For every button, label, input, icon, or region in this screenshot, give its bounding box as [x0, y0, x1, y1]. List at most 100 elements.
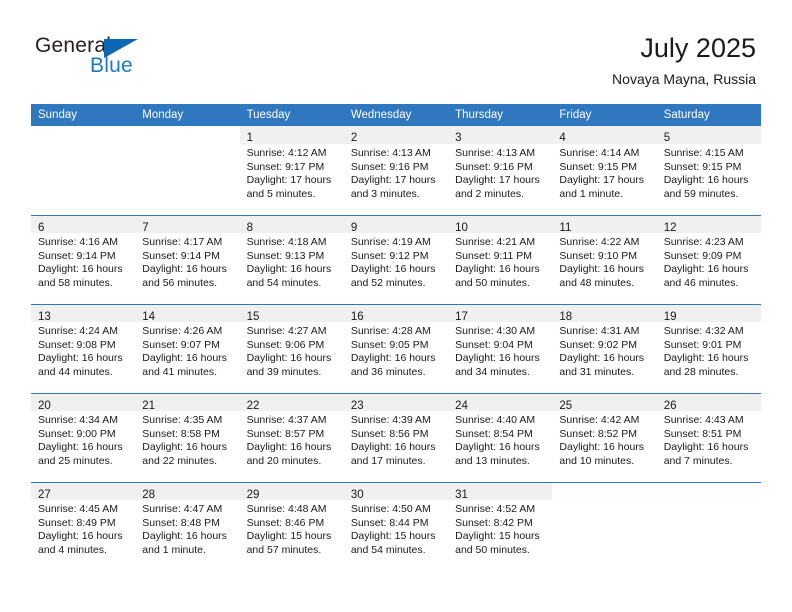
day-cell[interactable]: 18 Sunrise: 4:31 AM Sunset: 9:02 PM Dayligh…	[552, 304, 657, 393]
day-cell[interactable]: 5 Sunrise: 4:15 AM Sunset: 9:15 PM Daylight…	[656, 126, 761, 215]
day-info: Sunrise: 4:43 AM Sunset: 8:51 PM Daylight:…	[657, 411, 761, 468]
day-info: Sunrise: 4:52 AM Sunset: 8:42 PM Daylight:…	[448, 500, 552, 557]
date-number: 16	[350, 311, 364, 323]
day-cell[interactable]: 28 Sunrise: 4:47 AM Sunset: 8:48 PM Dayligh…	[135, 482, 240, 571]
day-cell-empty	[656, 482, 761, 571]
day-cell[interactable]: 23 Sunrise: 4:39 AM Sunset: 8:56 PM Dayligh…	[343, 393, 449, 482]
day-cell[interactable]: 9 Sunrise: 4:19 AM Sunset: 9:12 PM Daylight…	[343, 215, 449, 304]
daylight-text: Daylight: 16 hours and 39 minutes.	[246, 352, 332, 378]
date-number-band: 1	[239, 126, 344, 144]
day-cell[interactable]: 2 Sunrise: 4:13 AM Sunset: 9:16 PM Daylight…	[343, 126, 449, 215]
sunrise-text: Sunrise: 4:23 AM	[663, 236, 744, 248]
sunset-text: Sunset: 8:44 PM	[350, 516, 429, 529]
daylight-text: Daylight: 16 hours and 50 minutes.	[455, 263, 540, 289]
day-cell[interactable]: 31 Sunrise: 4:52 AM Sunset: 8:42 PM Dayligh…	[448, 482, 553, 571]
date-number-band: 20	[31, 393, 136, 412]
day-cell[interactable]: 19 Sunrise: 4:32 AM Sunset: 9:01 PM Dayligh…	[656, 304, 761, 393]
sunrise-text: Sunrise: 4:48 AM	[246, 503, 327, 515]
day-cell[interactable]: 15 Sunrise: 4:27 AM Sunset: 9:06 PM Dayligh…	[239, 304, 344, 393]
day-cell[interactable]: 26 Sunrise: 4:43 AM Sunset: 8:51 PM Dayligh…	[656, 393, 761, 482]
date-number: 18	[559, 311, 573, 323]
date-number: 24	[455, 400, 468, 412]
date-number-band: 15	[239, 304, 344, 323]
calendar-cell: 15 Sunrise: 4:27 AM Sunset: 9:06 PM Dayligh…	[239, 304, 344, 393]
day-cell[interactable]: 21 Sunrise: 4:35 AM Sunset: 8:58 PM Dayligh…	[135, 393, 240, 482]
date-number: 9	[350, 222, 358, 234]
date-number-band	[552, 482, 657, 500]
sunrise-text: Sunrise: 4:52 AM	[455, 503, 536, 515]
day-info: Sunrise: 4:22 AM Sunset: 9:10 PM Daylight:…	[552, 233, 656, 290]
date-number-band: 14	[135, 304, 240, 323]
calendar-cell: 29 Sunrise: 4:48 AM Sunset: 8:46 PM Dayligh…	[239, 482, 344, 571]
weekday-header-wednesday: Wednesday	[343, 104, 449, 126]
day-info: Sunrise: 4:28 AM Sunset: 9:05 PM Daylight:…	[344, 322, 448, 379]
day-cell[interactable]: 12 Sunrise: 4:23 AM Sunset: 9:09 PM Dayligh…	[656, 215, 761, 304]
day-cell[interactable]: 22 Sunrise: 4:37 AM Sunset: 8:57 PM Dayligh…	[239, 393, 344, 482]
date-number: 20	[38, 400, 51, 412]
sunset-text: Sunset: 9:11 PM	[455, 249, 532, 262]
date-number-band: 7	[135, 215, 240, 234]
day-info: Sunrise: 4:47 AM Sunset: 8:48 PM Daylight:…	[135, 500, 239, 557]
date-number-band	[31, 126, 135, 144]
sunset-text: Sunset: 9:05 PM	[350, 338, 429, 351]
day-cell[interactable]: 30 Sunrise: 4:50 AM Sunset: 8:44 PM Dayligh…	[343, 482, 449, 571]
day-cell[interactable]: 4 Sunrise: 4:14 AM Sunset: 9:15 PM Daylight…	[552, 126, 657, 215]
daylight-text: Daylight: 16 hours and 17 minutes.	[350, 441, 436, 467]
day-cell[interactable]: 14 Sunrise: 4:26 AM Sunset: 9:07 PM Dayligh…	[135, 304, 240, 393]
day-cell[interactable]: 13 Sunrise: 4:24 AM Sunset: 9:08 PM Dayligh…	[31, 304, 136, 393]
day-cell[interactable]: 16 Sunrise: 4:28 AM Sunset: 9:05 PM Dayligh…	[343, 304, 449, 393]
day-cell[interactable]: 17 Sunrise: 4:30 AM Sunset: 9:04 PM Dayligh…	[448, 304, 553, 393]
daylight-text: Daylight: 16 hours and 31 minutes.	[559, 352, 645, 378]
day-info: Sunrise: 4:37 AM Sunset: 8:57 PM Daylight:…	[240, 411, 344, 468]
date-number: 22	[246, 400, 260, 412]
date-number: 28	[142, 489, 156, 501]
daylight-text: Daylight: 16 hours and 56 minutes.	[142, 263, 227, 289]
sunset-text: Sunset: 8:52 PM	[559, 427, 638, 440]
day-cell[interactable]: 24 Sunrise: 4:40 AM Sunset: 8:54 PM Dayligh…	[448, 393, 553, 482]
day-cell[interactable]: 7 Sunrise: 4:17 AM Sunset: 9:14 PM Daylight…	[135, 215, 240, 304]
date-number-band: 26	[656, 393, 761, 412]
day-info: Sunrise: 4:40 AM Sunset: 8:54 PM Daylight:…	[448, 411, 552, 468]
sunset-text: Sunset: 9:15 PM	[559, 160, 638, 173]
logo-text-blue: Blue	[90, 54, 133, 77]
date-number-band: 12	[656, 215, 761, 234]
sunset-text: Sunset: 9:12 PM	[350, 249, 429, 262]
calendar-cell: 17 Sunrise: 4:30 AM Sunset: 9:04 PM Dayligh…	[448, 304, 553, 393]
calendar-cell: 6 Sunrise: 4:16 AM Sunset: 9:14 PM Daylight…	[31, 215, 136, 304]
sunrise-text: Sunrise: 4:28 AM	[350, 325, 431, 337]
calendar-cell	[31, 126, 136, 215]
day-cell[interactable]: 10 Sunrise: 4:21 AM Sunset: 9:11 PM Dayligh…	[448, 215, 553, 304]
day-cell[interactable]: 27 Sunrise: 4:45 AM Sunset: 8:49 PM Dayligh…	[31, 482, 136, 571]
sunrise-text: Sunrise: 4:14 AM	[559, 147, 640, 159]
calendar-cell: 14 Sunrise: 4:26 AM Sunset: 9:07 PM Dayligh…	[135, 304, 240, 393]
day-cell[interactable]: 29 Sunrise: 4:48 AM Sunset: 8:46 PM Dayligh…	[239, 482, 344, 571]
calendar-cell: 30 Sunrise: 4:50 AM Sunset: 8:44 PM Dayligh…	[343, 482, 449, 571]
sunrise-text: Sunrise: 4:35 AM	[142, 414, 223, 426]
day-cell[interactable]: 6 Sunrise: 4:16 AM Sunset: 9:14 PM Daylight…	[31, 215, 136, 304]
sunset-text: Sunset: 9:09 PM	[663, 249, 742, 262]
day-info: Sunrise: 4:24 AM Sunset: 9:08 PM Daylight:…	[31, 322, 135, 379]
daylight-text: Daylight: 16 hours and 59 minutes.	[663, 174, 749, 200]
calendar-week-row: 6 Sunrise: 4:16 AM Sunset: 9:14 PM Daylight…	[31, 215, 761, 304]
date-number: 14	[142, 311, 156, 323]
day-cell[interactable]: 1 Sunrise: 4:12 AM Sunset: 9:17 PM Daylight…	[239, 126, 344, 215]
daylight-text: Daylight: 17 hours and 1 minute.	[559, 174, 645, 200]
sunset-text: Sunset: 9:10 PM	[559, 249, 638, 262]
day-cell[interactable]: 20 Sunrise: 4:34 AM Sunset: 9:00 PM Dayligh…	[31, 393, 136, 482]
day-cell[interactable]: 3 Sunrise: 4:13 AM Sunset: 9:16 PM Daylight…	[448, 126, 553, 215]
day-info: Sunrise: 4:42 AM Sunset: 8:52 PM Daylight:…	[552, 411, 656, 468]
calendar-cell: 27 Sunrise: 4:45 AM Sunset: 8:49 PM Dayligh…	[31, 482, 136, 571]
sunset-text: Sunset: 8:42 PM	[455, 516, 533, 529]
calendar-cell: 16 Sunrise: 4:28 AM Sunset: 9:05 PM Dayligh…	[343, 304, 449, 393]
day-info: Sunrise: 4:23 AM Sunset: 9:09 PM Daylight:…	[657, 233, 761, 290]
day-cell[interactable]: 8 Sunrise: 4:18 AM Sunset: 9:13 PM Daylight…	[239, 215, 344, 304]
date-number-band: 4	[552, 126, 657, 144]
date-number: 15	[246, 311, 260, 323]
calendar-cell: 3 Sunrise: 4:13 AM Sunset: 9:16 PM Daylight…	[448, 126, 553, 215]
day-cell[interactable]: 25 Sunrise: 4:42 AM Sunset: 8:52 PM Dayligh…	[552, 393, 657, 482]
date-number: 5	[663, 132, 671, 144]
day-cell[interactable]: 11 Sunrise: 4:22 AM Sunset: 9:10 PM Dayligh…	[552, 215, 657, 304]
sunrise-text: Sunrise: 4:24 AM	[38, 325, 118, 337]
calendar-cell: 5 Sunrise: 4:15 AM Sunset: 9:15 PM Daylight…	[656, 126, 761, 215]
sunrise-text: Sunrise: 4:12 AM	[246, 147, 327, 159]
